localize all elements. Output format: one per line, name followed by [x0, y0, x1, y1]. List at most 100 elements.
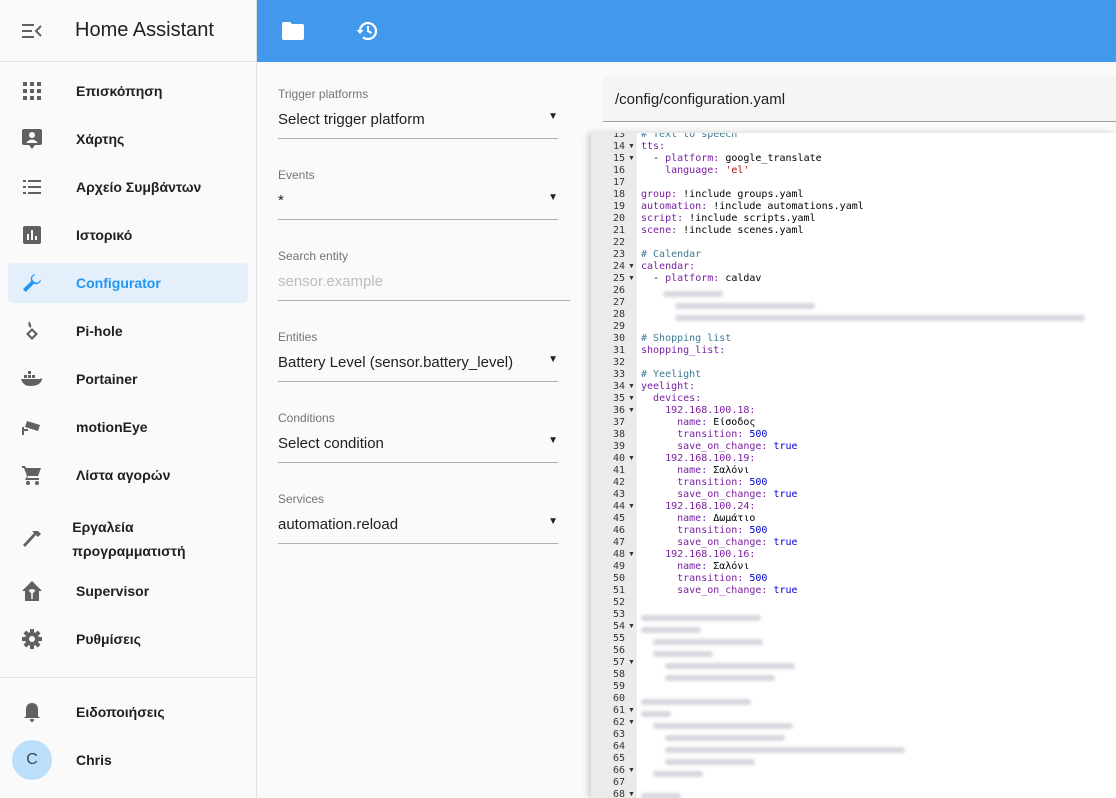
blurred-text — [665, 675, 775, 681]
fold-arrow-icon[interactable]: ▼ — [628, 623, 635, 630]
sidebar-item-pihole[interactable]: Pi-hole — [8, 311, 248, 351]
line-number: 50 — [612, 573, 625, 584]
fold-arrow-icon[interactable]: ▼ — [628, 383, 635, 390]
code-line: 192.168.100.24: — [665, 501, 756, 512]
blurred-text — [665, 735, 785, 741]
fold-arrow-icon[interactable]: ▼ — [628, 143, 635, 150]
code-line: yeelight: — [641, 381, 696, 392]
line-number: 13 — [612, 133, 625, 140]
sidebar-item-motioneye[interactable]: motionEye — [8, 407, 248, 447]
sidebar-item-user[interactable]: C Chris — [8, 740, 248, 780]
line-number: 33 — [612, 369, 625, 380]
history-button[interactable] — [351, 15, 383, 47]
fold-arrow-icon[interactable]: ▼ — [628, 791, 635, 798]
dropdown-arrow-icon: ▼ — [548, 354, 558, 365]
fold-arrow-icon[interactable]: ▼ — [628, 551, 635, 558]
line-number: 55 — [612, 633, 625, 644]
line-number: 37 — [612, 417, 625, 428]
field-label: Conditions — [278, 411, 335, 425]
code-line: transition: 500 — [677, 477, 768, 488]
line-number: 23 — [612, 249, 625, 260]
fold-arrow-icon[interactable]: ▼ — [628, 659, 635, 666]
fold-arrow-icon[interactable]: ▼ — [628, 155, 635, 162]
code-editor[interactable]: 13 14 ▼ 15 ▼ 16 17 18 19 20 21 22 23 24 ▼ 25 ▼ 26 27 28 29 30… — [591, 133, 1116, 798]
list-icon — [8, 179, 56, 195]
line-number: 24 — [612, 261, 625, 272]
fold-arrow-icon[interactable]: ▼ — [628, 263, 635, 270]
sidebar-item-settings[interactable]: Ρυθμίσεις — [8, 619, 248, 659]
field-underline — [278, 219, 558, 220]
sidebar-item-logbook[interactable]: Αρχείο Συμβάντων — [8, 167, 248, 207]
line-number: 56 — [612, 645, 625, 656]
fold-arrow-icon[interactable]: ▼ — [628, 719, 635, 726]
sidebar-header: Home Assistant — [0, 0, 256, 62]
code-line: # Text to speech — [641, 133, 738, 140]
code-line: group: !include groups.yaml — [641, 189, 804, 200]
line-number: 60 — [612, 693, 625, 704]
sidebar-item-configurator[interactable]: Configurator — [8, 263, 248, 303]
services-select[interactable]: Services automation.reload ▼ — [278, 492, 558, 544]
events-select[interactable]: Events * ▼ — [278, 168, 558, 220]
line-number: 67 — [612, 777, 625, 788]
code-line: 192.168.100.18: — [665, 405, 756, 416]
field-underline — [278, 381, 558, 382]
search-entity-input[interactable]: Search entity sensor.example — [278, 249, 570, 301]
fold-arrow-icon[interactable]: ▼ — [628, 455, 635, 462]
code-line: save_on_change: true — [677, 441, 798, 452]
sidebar-item-label: Configurator — [76, 275, 161, 291]
fold-arrow-icon[interactable]: ▼ — [628, 275, 635, 282]
sidebar-item-developer-tools[interactable]: Εργαλεία προγραμματιστή — [8, 511, 248, 567]
sidebar-item-label: Αρχείο Συμβάντων — [76, 179, 202, 195]
trigger-platform-select[interactable]: Trigger platforms Select trigger platfor… — [278, 87, 558, 139]
code-line: transition: 500 — [677, 429, 768, 440]
code-line: save_on_change: true — [677, 537, 798, 548]
line-number: 58 — [612, 669, 625, 680]
fold-arrow-icon[interactable]: ▼ — [628, 767, 635, 774]
menu-collapse-button[interactable] — [0, 0, 64, 62]
code-line: # Yeelight — [641, 369, 702, 380]
field-underline — [278, 300, 570, 301]
code-line: 192.168.100.19: — [665, 453, 756, 464]
avatar: C — [12, 740, 52, 780]
sidebar-item-supervisor[interactable]: Supervisor — [8, 571, 248, 611]
line-number: 48 — [612, 549, 625, 560]
sidebar-item-portainer[interactable]: Portainer — [8, 359, 248, 399]
sidebar-item-label: Portainer — [76, 371, 138, 387]
line-number: 26 — [612, 285, 625, 296]
entities-select[interactable]: Entities Battery Level (sensor.battery_l… — [278, 330, 558, 382]
blurred-text — [641, 627, 701, 633]
fold-arrow-icon[interactable]: ▼ — [628, 503, 635, 510]
conditions-select[interactable]: Conditions Select condition ▼ — [278, 411, 558, 463]
line-number: 19 — [612, 201, 625, 212]
fold-arrow-icon[interactable]: ▼ — [628, 707, 635, 714]
sidebar-item-label: Λίστα αγορών — [76, 467, 171, 483]
file-path: /config/configuration.yaml — [615, 91, 786, 108]
file-path-field[interactable]: /config/configuration.yaml — [603, 76, 1116, 122]
code-line: script: !include scripts.yaml — [641, 213, 816, 224]
fold-arrow-icon[interactable]: ▼ — [628, 395, 635, 402]
line-number: 65 — [612, 753, 625, 764]
cart-icon — [8, 465, 56, 485]
line-number: 21 — [612, 225, 625, 236]
line-number: 38 — [612, 429, 625, 440]
sidebar-item-shopping-list[interactable]: Λίστα αγορών — [8, 455, 248, 495]
sidebar: Home Assistant Επισκόπηση Χάρτης Αρχείο … — [0, 0, 257, 798]
line-number: 45 — [612, 513, 625, 524]
code-line: transition: 500 — [677, 573, 768, 584]
bell-icon — [8, 702, 56, 722]
history-icon — [356, 22, 378, 41]
line-number: 25 — [612, 273, 625, 284]
fold-arrow-icon[interactable]: ▼ — [628, 407, 635, 414]
sidebar-item-notifications[interactable]: Ειδοποιήσεις — [8, 692, 248, 732]
field-label: Services — [278, 492, 325, 506]
sidebar-item-history[interactable]: Ιστορικό — [8, 215, 248, 255]
line-number: 64 — [612, 741, 625, 752]
select-value: Select trigger platform — [278, 111, 425, 128]
user-name: Chris — [76, 752, 112, 768]
line-number: 28 — [612, 309, 625, 320]
sidebar-item-overview[interactable]: Επισκόπηση — [8, 71, 248, 111]
browse-files-button[interactable] — [277, 15, 309, 47]
sidebar-item-map[interactable]: Χάρτης — [8, 119, 248, 159]
field-underline — [278, 462, 558, 463]
code-line: name: Δωμάτιο — [677, 513, 756, 524]
